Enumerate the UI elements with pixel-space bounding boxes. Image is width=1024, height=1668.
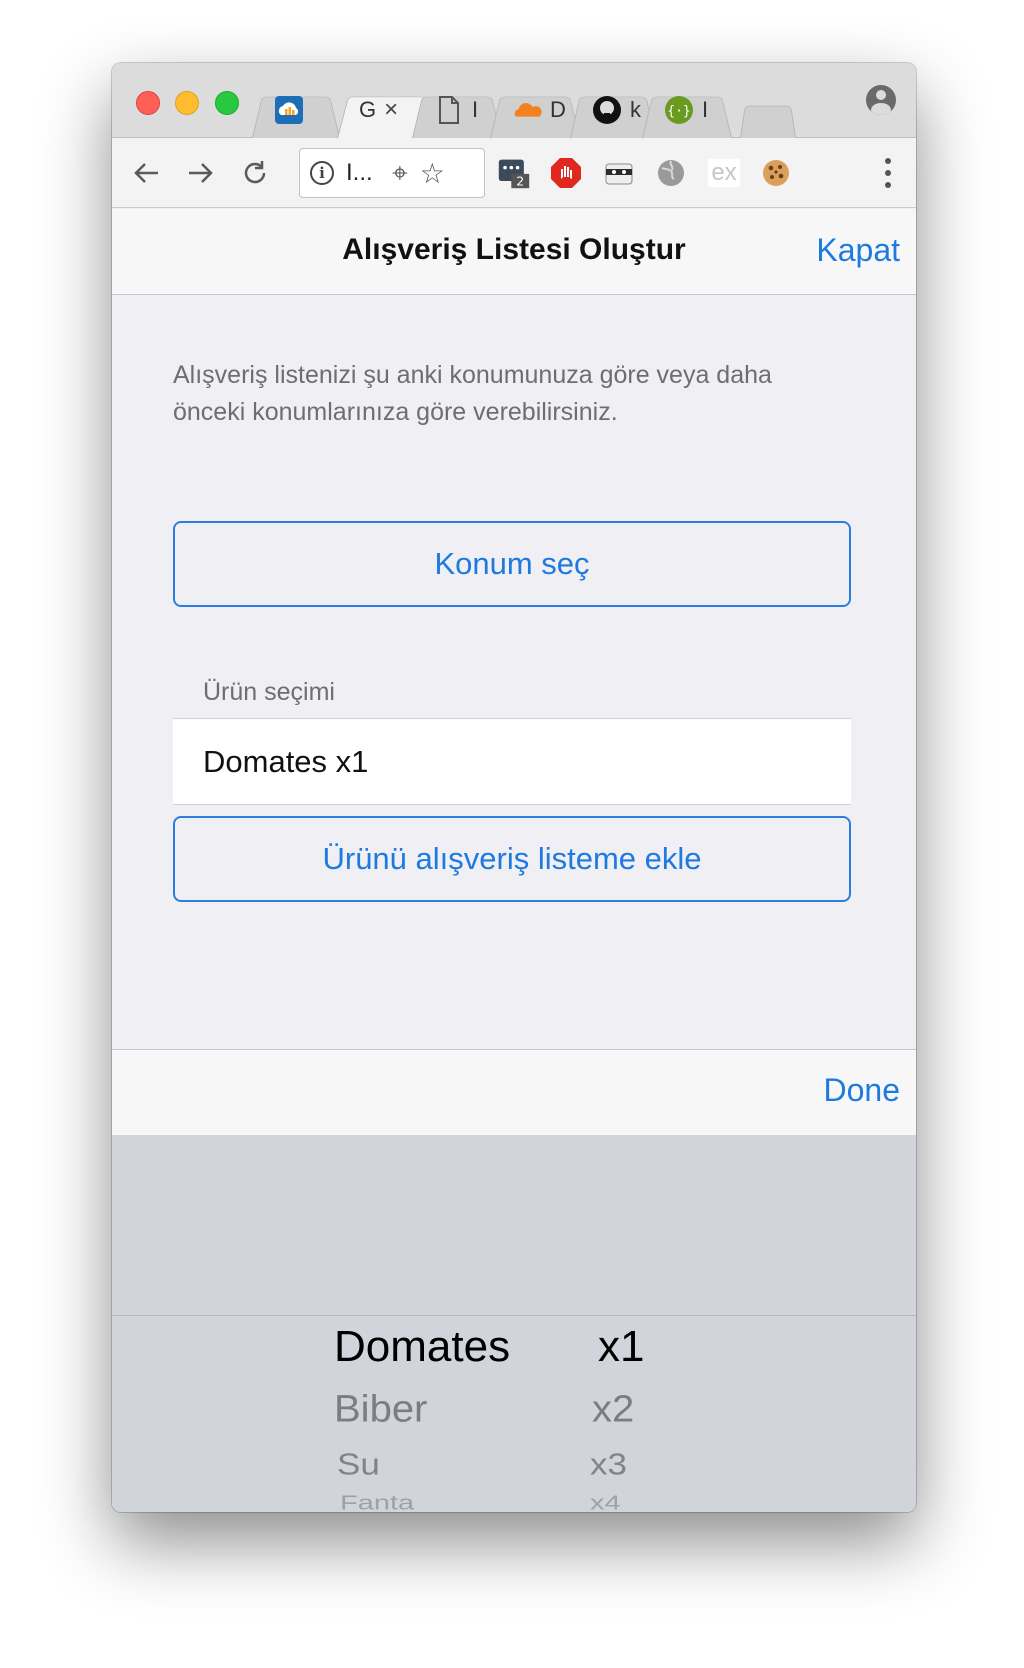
page-content: Alışveriş Listesi Oluştur Kapat Alışveri… (112, 209, 916, 1512)
tab-1[interactable] (252, 82, 340, 138)
picker-toolbar: Done (112, 1049, 916, 1135)
product-option[interactable]: Biber (334, 1388, 427, 1431)
product-option[interactable]: Domates (334, 1322, 510, 1372)
counter-extension-icon[interactable]: 2 (497, 156, 531, 190)
location-description: Alışveriş listenizi şu anki konumunuza g… (173, 361, 772, 426)
extension-badge: 2 (516, 174, 524, 189)
reload-button[interactable] (236, 154, 274, 192)
address-bar[interactable]: i I... ⌖ ☆ (299, 148, 485, 198)
close-window-button[interactable] (136, 91, 160, 115)
done-button[interactable]: Done (824, 1072, 901, 1109)
tab-4[interactable]: D (490, 82, 580, 138)
page-title: Alışveriş Listesi Oluştur (342, 233, 686, 266)
quantity-option[interactable]: x3 (590, 1447, 627, 1482)
back-arrow-icon (134, 163, 158, 183)
product-wheel[interactable]: Domates Biber Su Fanta (334, 1135, 554, 1512)
url-text: I... (346, 159, 373, 186)
add-to-list-button[interactable]: Ürünü alışveriş listeme ekle (173, 816, 851, 902)
document-icon (434, 95, 464, 125)
cloudflare-icon (512, 95, 542, 125)
app-header: Alışveriş Listesi Oluştur Kapat (112, 209, 916, 295)
tab-close-icon[interactable]: × (384, 96, 398, 124)
quantity-option[interactable]: x2 (592, 1388, 634, 1431)
tab-4-label: D (550, 97, 566, 122)
browser-toolbar: i I... ⌖ ☆ 2 ex (112, 138, 916, 208)
reload-icon (244, 161, 266, 184)
forward-button[interactable] (182, 154, 220, 192)
browser-window: G × I D k {·} I i I... ⌖ ☆ 2 ex Alışveri… (112, 63, 916, 1512)
github-icon (592, 95, 622, 125)
json-icon: {·} (664, 95, 694, 125)
new-tab-button[interactable] (740, 97, 796, 138)
bookmark-star-icon[interactable]: ☆ (420, 157, 445, 190)
product-option[interactable]: Su (337, 1447, 380, 1482)
tab-5-label: k (630, 97, 641, 122)
zoom-window-button[interactable] (215, 91, 239, 115)
tab-6-label: I (702, 97, 709, 122)
profile-icon[interactable] (866, 85, 896, 115)
location-target-icon[interactable]: ⌖ (392, 157, 408, 190)
tab-bar: G × I D k {·} I (112, 63, 916, 138)
info-icon[interactable]: i (310, 161, 334, 185)
quantity-option[interactable]: x4 (590, 1492, 621, 1512)
cloud-chart-icon (274, 95, 304, 125)
ex-extension-label: ex (708, 159, 740, 187)
tab-6[interactable]: {·} I (642, 82, 732, 138)
product-select-field[interactable]: Domates x1 (173, 718, 851, 805)
picker-wheel[interactable]: Domates Biber Su Fanta x1 x2 x3 x4 (112, 1135, 916, 1512)
globe-icon[interactable] (654, 156, 688, 190)
tab-3[interactable]: I (412, 82, 502, 138)
tab-3-label: I (472, 97, 479, 122)
product-section-label: Ürün seçimi (203, 678, 335, 706)
select-location-button[interactable]: Konum seç (173, 521, 851, 607)
tab-2-label: G (359, 97, 377, 122)
back-button[interactable] (127, 154, 165, 192)
adblock-icon[interactable] (549, 156, 583, 190)
mask-icon[interactable] (602, 156, 636, 190)
product-option[interactable]: Fanta (340, 1492, 414, 1512)
svg-text:{·}: {·} (667, 104, 690, 119)
quantity-wheel[interactable]: x1 x2 x3 x4 (590, 1135, 670, 1512)
close-link[interactable]: Kapat (816, 232, 900, 269)
quantity-option[interactable]: x1 (598, 1322, 644, 1372)
ex-icon[interactable]: ex (707, 156, 741, 190)
cookie-icon[interactable] (759, 156, 793, 190)
forward-arrow-icon (189, 163, 213, 183)
browser-menu-icon[interactable] (884, 158, 892, 188)
minimize-window-button[interactable] (175, 91, 199, 115)
